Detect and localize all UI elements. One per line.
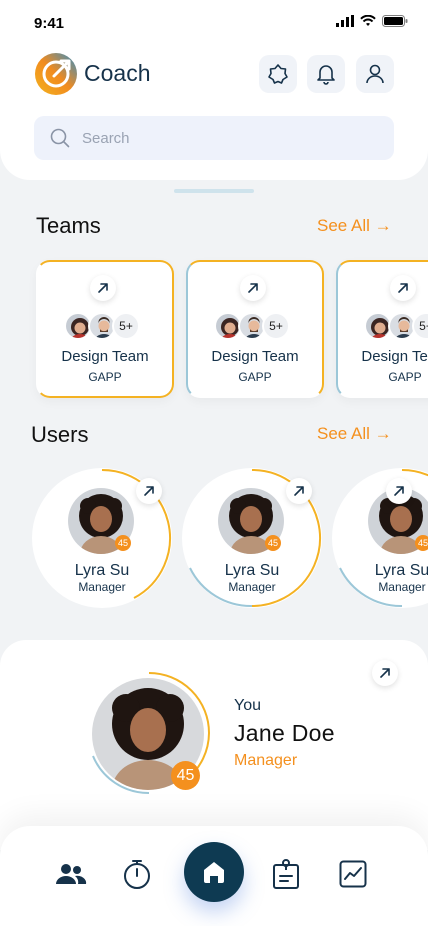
profile-button[interactable]	[356, 55, 394, 93]
teams-see-all-link[interactable]: See All →	[317, 216, 392, 236]
nav-clipboard[interactable]	[268, 856, 304, 892]
arrow-up-right-icon	[294, 486, 304, 496]
status-time: 9:41	[34, 15, 65, 32]
open-team-button[interactable]	[240, 275, 266, 301]
profile-role: Manager	[234, 752, 298, 769]
status-bar: 9:41	[0, 0, 428, 46]
chart-icon	[339, 860, 367, 888]
more-members-badge: 5+	[262, 312, 290, 340]
open-team-button[interactable]	[90, 275, 116, 301]
team-avatars: 5+	[214, 312, 290, 340]
user-role: Manager	[228, 580, 276, 594]
badge-button[interactable]	[259, 55, 297, 93]
status-icons	[336, 15, 408, 27]
users-see-all-link[interactable]: See All →	[317, 424, 392, 444]
coach-logo-icon	[35, 53, 77, 95]
more-members-badge: 5+	[112, 312, 140, 340]
nav-home[interactable]	[184, 842, 244, 902]
signal-icon	[336, 15, 354, 27]
team-card[interactable]: 5+ Design Team GAPP	[186, 260, 324, 398]
arrow-up-right-icon	[398, 283, 408, 293]
users-icon	[56, 864, 87, 884]
drag-handle[interactable]	[174, 189, 254, 193]
team-card[interactable]: 5+ Design Team GAPP	[36, 260, 174, 398]
my-profile-card[interactable]	[0, 640, 428, 850]
team-name: Design Team	[61, 348, 149, 365]
badge-star-icon	[268, 64, 288, 84]
home-icon	[204, 862, 224, 883]
arrow-up-right-icon	[144, 486, 154, 496]
user-role: Manager	[378, 580, 426, 594]
user-card[interactable]: 45 Lyra Su Manager	[332, 468, 428, 608]
user-role: Manager	[78, 580, 126, 594]
user-card[interactable]: 45 Lyra Su Manager	[32, 468, 172, 608]
arrow-up-right-icon	[98, 283, 108, 293]
team-avatars: 5+	[64, 312, 140, 340]
open-profile-button[interactable]	[372, 660, 398, 686]
user-score-badge: 45	[265, 535, 281, 551]
team-org: GAPP	[388, 370, 422, 384]
team-name: Design Team	[361, 348, 428, 365]
user-icon	[366, 64, 384, 84]
users-title: Users	[31, 422, 89, 447]
teams-title: Teams	[36, 213, 101, 238]
page: 9:41 Coach Search Teams See All → 5+ Des…	[0, 0, 428, 926]
team-avatars: 5+	[364, 312, 428, 340]
user-name: Lyra Su	[224, 562, 280, 579]
header-card: 9:41 Coach	[0, 0, 428, 180]
nav-timer[interactable]	[119, 856, 155, 892]
wifi-icon	[360, 15, 376, 26]
search-bar[interactable]	[34, 116, 394, 160]
arrow-up-right-icon	[380, 668, 390, 678]
team-card[interactable]: 5+ Design Team GAPP	[336, 260, 428, 398]
profile-score-badge: 45	[171, 761, 200, 790]
more-members-badge: 5+	[412, 312, 428, 340]
user-score-badge: 45	[415, 535, 428, 551]
team-org: GAPP	[238, 370, 272, 384]
timer-icon	[124, 860, 150, 889]
app-title: Coach	[84, 60, 151, 86]
open-user-button[interactable]	[386, 478, 412, 504]
profile-name: Jane Doe	[234, 720, 335, 746]
nav-analytics[interactable]	[335, 856, 371, 892]
user-card[interactable]: 45 Lyra Su Manager	[182, 468, 322, 608]
battery-icon	[382, 15, 408, 27]
open-team-button[interactable]	[390, 275, 416, 301]
profile-label: You	[234, 697, 261, 714]
user-score-badge: 45	[115, 535, 131, 551]
search-icon	[50, 128, 70, 148]
open-user-button[interactable]	[286, 478, 312, 504]
notifications-button[interactable]	[307, 55, 345, 93]
bottom-nav	[0, 826, 428, 926]
arrow-up-right-icon	[248, 283, 258, 293]
user-name: Lyra Su	[74, 562, 130, 579]
user-name: Lyra Su	[374, 562, 428, 579]
bell-icon	[317, 65, 335, 85]
nav-users[interactable]	[53, 856, 89, 892]
team-name: Design Team	[211, 348, 299, 365]
open-user-button[interactable]	[136, 478, 162, 504]
team-org: GAPP	[88, 370, 122, 384]
arrow-up-right-icon	[394, 486, 404, 496]
clipboard-icon	[273, 859, 299, 889]
search-input[interactable]	[82, 129, 362, 147]
